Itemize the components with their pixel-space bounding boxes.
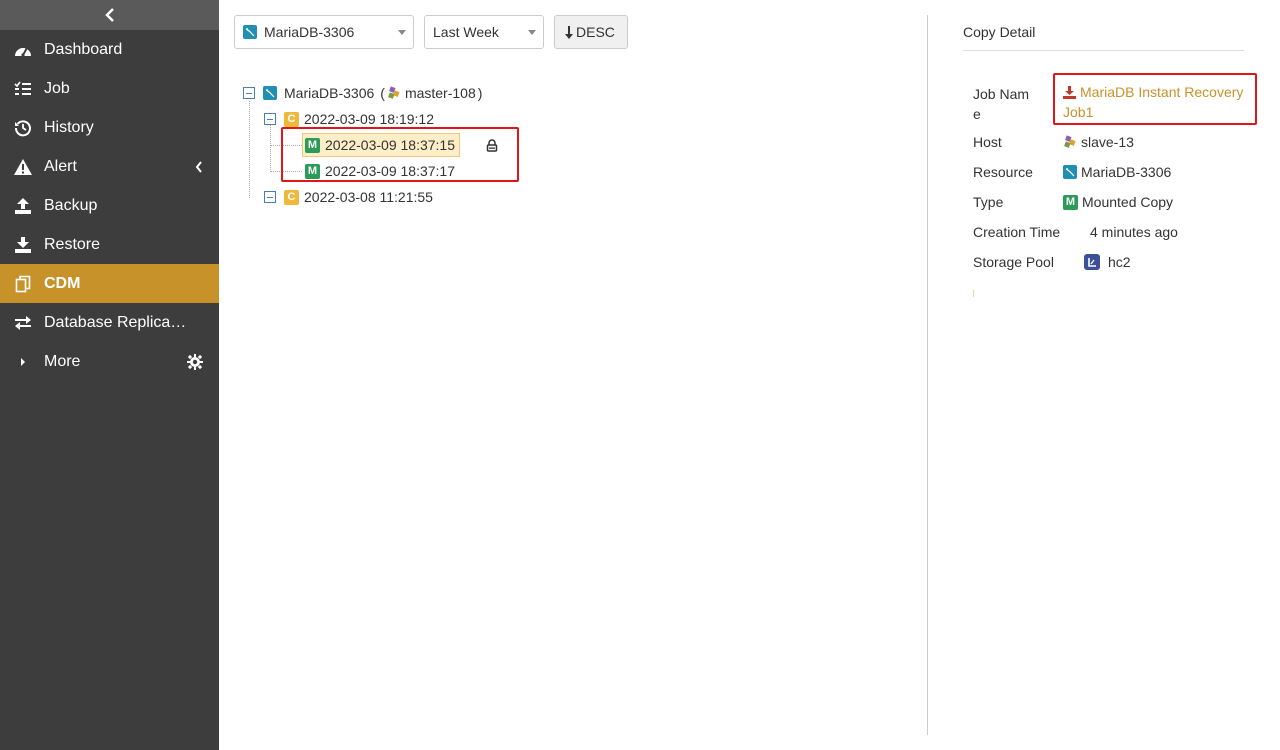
tree-root-host: master-108 xyxy=(404,85,476,101)
database-icon xyxy=(1063,165,1077,179)
annotation-highlight-box xyxy=(281,127,519,182)
sidebar-item-label: Job xyxy=(44,79,70,97)
list-icon xyxy=(12,79,34,99)
chevron-down-icon xyxy=(528,30,536,35)
toolbar: MariaDB-3306 Last Week DESC xyxy=(234,15,628,49)
sidebar-item-label: Alert xyxy=(44,157,77,175)
resource-value-text: MariaDB-3306 xyxy=(1081,164,1172,180)
collapse-toggle[interactable] xyxy=(243,87,255,99)
sidebar-item-database-replication[interactable]: Database Replica… xyxy=(0,303,219,342)
sidebar: Dashboard Job History Alert Backup Resto… xyxy=(0,0,219,750)
tree-root-paren-open: ( xyxy=(380,85,385,101)
sidebar-collapse-button[interactable] xyxy=(0,0,219,30)
gear-icon[interactable] xyxy=(187,342,203,381)
copy-detail-panel: Copy Detail Job Nam e MariaDB Instant Re… xyxy=(963,0,1263,750)
detail-title: Copy Detail xyxy=(963,24,1036,40)
tree-root-label: MariaDB-3306 xyxy=(284,85,375,101)
sidebar-item-backup[interactable]: Backup xyxy=(0,186,219,225)
resource-select-value: MariaDB-3306 xyxy=(264,24,355,40)
tree-node-label: 2022-03-08 11:21:55 xyxy=(304,189,433,205)
storage-pool-value-text: hc2 xyxy=(1108,254,1131,270)
detail-divider xyxy=(963,50,1244,51)
resource-label: Resource xyxy=(973,164,1033,180)
host-icon xyxy=(387,86,401,100)
sidebar-item-dashboard[interactable]: Dashboard xyxy=(0,30,219,69)
sidebar-item-cdm[interactable]: CDM xyxy=(0,264,219,303)
host-icon xyxy=(1063,135,1077,149)
tree-root-node[interactable]: MariaDB-3306 ( master-108 ) xyxy=(243,81,482,105)
job-name-label-line: Job Nam xyxy=(973,86,1030,102)
resource-value: MariaDB-3306 xyxy=(1063,164,1171,180)
sidebar-item-restore[interactable]: Restore xyxy=(0,225,219,264)
download-icon xyxy=(12,235,34,255)
job-name-label: Job Nam e xyxy=(973,84,1029,124)
host-value-text: slave-13 xyxy=(1081,134,1134,150)
storage-pool-label: Storage Pool xyxy=(973,254,1054,270)
detail-marker xyxy=(973,290,974,297)
resource-select[interactable]: MariaDB-3306 xyxy=(234,15,414,49)
exchange-icon xyxy=(12,313,34,333)
chevron-left-icon xyxy=(195,147,203,186)
type-value: M Mounted Copy xyxy=(1063,194,1173,210)
creation-time-label: Creation Time xyxy=(973,224,1061,240)
type-value-text: Mounted Copy xyxy=(1082,194,1174,210)
collapse-toggle[interactable] xyxy=(264,113,276,125)
host-label: Host xyxy=(973,134,1002,150)
tree-node-label: 2022-03-09 18:19:12 xyxy=(304,111,434,127)
chevron-down-icon xyxy=(398,30,406,35)
sort-label: DESC xyxy=(576,24,615,40)
mounted-badge: M xyxy=(1063,194,1078,210)
date-range-select-value: Last Week xyxy=(433,24,499,40)
sidebar-item-label: Database Replica… xyxy=(44,313,187,331)
tree-connector xyxy=(270,125,271,172)
creation-time-value: 4 minutes ago xyxy=(1090,224,1178,240)
sidebar-item-history[interactable]: History xyxy=(0,108,219,147)
date-range-select[interactable]: Last Week xyxy=(424,15,544,49)
chevron-left-icon xyxy=(104,8,114,22)
caret-right-icon xyxy=(12,352,34,372)
copy-badge: C xyxy=(284,189,299,205)
storage-pool-icon xyxy=(1084,254,1100,270)
sidebar-item-label: Restore xyxy=(44,235,101,253)
copy-icon xyxy=(12,274,34,294)
job-name-label-line: e xyxy=(973,106,981,122)
history-icon xyxy=(12,118,34,138)
sidebar-item-more[interactable]: More xyxy=(0,342,219,381)
dashboard-icon xyxy=(12,40,34,60)
sidebar-item-label: CDM xyxy=(44,274,81,292)
database-icon xyxy=(243,25,257,39)
sidebar-item-alert[interactable]: Alert xyxy=(0,147,219,186)
sidebar-item-label: History xyxy=(44,118,94,136)
tree-root-paren-close: ) xyxy=(477,85,483,101)
sidebar-item-label: More xyxy=(44,352,81,370)
tree-connector xyxy=(249,101,250,198)
arrow-down-icon xyxy=(565,25,573,39)
database-icon xyxy=(263,86,277,100)
warning-icon xyxy=(12,157,34,177)
host-value: slave-13 xyxy=(1063,134,1134,150)
annotation-highlight-box xyxy=(1053,73,1257,125)
panel-divider xyxy=(927,15,928,735)
copy-badge: C xyxy=(284,111,299,127)
collapse-toggle[interactable] xyxy=(264,191,276,203)
sidebar-item-label: Dashboard xyxy=(44,40,123,58)
sort-desc-button[interactable]: DESC xyxy=(554,15,628,49)
sidebar-item-label: Backup xyxy=(44,196,98,214)
type-label: Type xyxy=(973,194,1004,210)
storage-pool-value: hc2 xyxy=(1084,254,1131,270)
upload-icon xyxy=(12,196,34,216)
sidebar-item-job[interactable]: Job xyxy=(0,69,219,108)
tree-node-copy[interactable]: C 2022-03-08 11:21:55 xyxy=(264,185,433,209)
